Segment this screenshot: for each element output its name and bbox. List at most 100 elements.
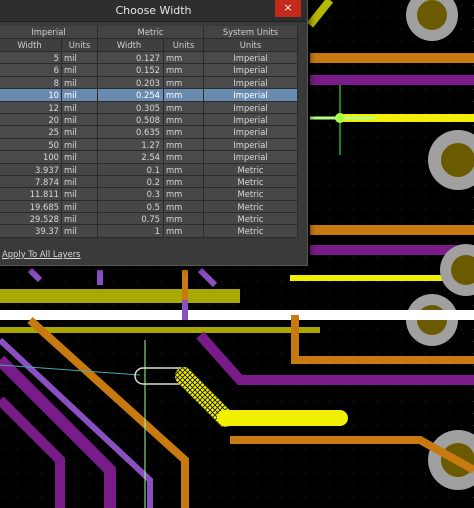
cell-imp-units: mil	[62, 101, 98, 114]
cell-imp-width: 5	[0, 52, 62, 65]
width-table: Imperial Metric System Units Width Units…	[0, 26, 298, 238]
cell-met-units: mm	[164, 113, 204, 127]
col-metric-units[interactable]: Units	[164, 39, 204, 52]
cell-met-width: 0.5	[98, 200, 164, 214]
cell-imp-width: 11.811	[0, 188, 62, 201]
cell-imp-units: mil	[62, 52, 98, 65]
cell-imp-units: mil	[62, 76, 98, 90]
cell-met-width: 1	[98, 225, 164, 238]
cell-met-units: mm	[164, 151, 204, 164]
col-imperial-width[interactable]: Width	[0, 39, 62, 52]
close-icon: ×	[283, 1, 293, 14]
cell-imp-units: mil	[62, 225, 98, 238]
table-row[interactable]: 12 mil 0.305 mm Imperial	[0, 101, 298, 114]
cell-sys-units: Imperial	[204, 101, 298, 114]
cell-sys-units: Metric	[204, 188, 298, 201]
cell-met-units: mm	[164, 76, 204, 90]
table-row[interactable]: 100 mil 2.54 mm Imperial	[0, 151, 298, 164]
cell-imp-units: mil	[62, 213, 98, 226]
cell-sys-units: Imperial	[204, 138, 298, 152]
table-row[interactable]: 11.811 mil 0.3 mm Metric	[0, 188, 298, 201]
cell-imp-width: 12	[0, 101, 62, 114]
cell-imp-units: mil	[62, 188, 98, 201]
cell-imp-width: 20	[0, 113, 62, 127]
cell-met-units: mm	[164, 138, 204, 152]
cell-imp-units: mil	[62, 89, 98, 102]
cell-met-units: mm	[164, 163, 204, 176]
table-row[interactable]: 29.528 mil 0.75 mm Metric	[0, 213, 298, 226]
group-system-units: System Units	[204, 26, 298, 39]
table-row[interactable]: 7.874 mil 0.2 mm Metric	[0, 175, 298, 189]
table-row[interactable]: 50 mil 1.27 mm Imperial	[0, 138, 298, 152]
cell-imp-width: 29.528	[0, 213, 62, 226]
cell-imp-units: mil	[62, 200, 98, 214]
cell-imp-units: mil	[62, 113, 98, 127]
group-metric: Metric	[98, 26, 204, 39]
table-row[interactable]: 19.685 mil 0.5 mm Metric	[0, 200, 298, 214]
cell-met-units: mm	[164, 188, 204, 201]
cell-sys-units: Metric	[204, 200, 298, 214]
cell-met-units: mm	[164, 225, 204, 238]
cell-sys-units: Metric	[204, 163, 298, 176]
cell-sys-units: Imperial	[204, 64, 298, 77]
cell-sys-units: Imperial	[204, 89, 298, 102]
dialog-titlebar[interactable]: Choose Width ×	[0, 0, 307, 22]
table-row[interactable]: 3.937 mil 0.1 mm Metric	[0, 163, 298, 176]
cell-imp-units: mil	[62, 175, 98, 189]
table-row[interactable]: 8 mil 0.203 mm Imperial	[0, 76, 298, 90]
table-row[interactable]: 10 mil 0.254 mm Imperial	[0, 89, 298, 102]
group-header-row: Imperial Metric System Units	[0, 26, 298, 39]
table-row[interactable]: 6 mil 0.152 mm Imperial	[0, 64, 298, 77]
cell-met-width: 0.635	[98, 126, 164, 139]
cell-met-width: 0.508	[98, 113, 164, 127]
cell-met-width: 0.1	[98, 163, 164, 176]
cell-met-units: mm	[164, 200, 204, 214]
cell-imp-units: mil	[62, 138, 98, 152]
cell-met-width: 0.152	[98, 64, 164, 77]
cell-sys-units: Metric	[204, 213, 298, 226]
cell-met-units: mm	[164, 89, 204, 102]
cell-met-units: mm	[164, 64, 204, 77]
table-row[interactable]: 20 mil 0.508 mm Imperial	[0, 113, 298, 127]
table-row[interactable]: 5 mil 0.127 mm Imperial	[0, 52, 298, 65]
cell-imp-units: mil	[62, 126, 98, 139]
cell-imp-units: mil	[62, 64, 98, 77]
cell-met-units: mm	[164, 175, 204, 189]
cell-sys-units: Imperial	[204, 151, 298, 164]
cell-imp-width: 100	[0, 151, 62, 164]
cell-met-units: mm	[164, 101, 204, 114]
cell-met-units: mm	[164, 213, 204, 226]
table-body: 5 mil 0.127 mm Imperial 6 mil 0.152 mm Imperial 8 m…	[0, 52, 298, 238]
cell-met-width: 1.27	[98, 138, 164, 152]
cell-met-width: 0.2	[98, 175, 164, 189]
cell-met-width: 0.3	[98, 188, 164, 201]
cell-met-width: 0.305	[98, 101, 164, 114]
choose-width-dialog: Choose Width × Imperial Metric System Un…	[0, 0, 308, 266]
cell-imp-width: 3.937	[0, 163, 62, 176]
col-imperial-units[interactable]: Units	[62, 39, 98, 52]
cell-met-width: 0.75	[98, 213, 164, 226]
close-button[interactable]: ×	[275, 0, 301, 17]
table-row[interactable]: 39.37 mil 1 mm Metric	[0, 225, 298, 238]
cell-sys-units: Metric	[204, 175, 298, 189]
cell-imp-width: 25	[0, 126, 62, 139]
apply-to-all-layers-link[interactable]: Apply To All Layers	[2, 249, 81, 259]
cell-sys-units: Imperial	[204, 113, 298, 127]
cell-met-width: 2.54	[98, 151, 164, 164]
cell-met-width: 0.203	[98, 76, 164, 90]
cell-imp-units: mil	[62, 163, 98, 176]
col-system-units[interactable]: Units	[204, 39, 298, 52]
cell-sys-units: Imperial	[204, 126, 298, 139]
column-header-row: Width Units Width Units Units	[0, 39, 298, 52]
table-row[interactable]: 25 mil 0.635 mm Imperial	[0, 126, 298, 139]
cell-imp-width: 10	[0, 89, 62, 102]
cell-imp-width: 50	[0, 138, 62, 152]
col-metric-width[interactable]: Width	[98, 39, 164, 52]
cell-met-width: 0.127	[98, 52, 164, 65]
cell-imp-width: 7.874	[0, 175, 62, 189]
cell-met-units: mm	[164, 126, 204, 139]
cell-imp-width: 6	[0, 64, 62, 77]
cell-imp-units: mil	[62, 151, 98, 164]
cell-sys-units: Imperial	[204, 52, 298, 65]
cell-imp-width: 19.685	[0, 200, 62, 214]
